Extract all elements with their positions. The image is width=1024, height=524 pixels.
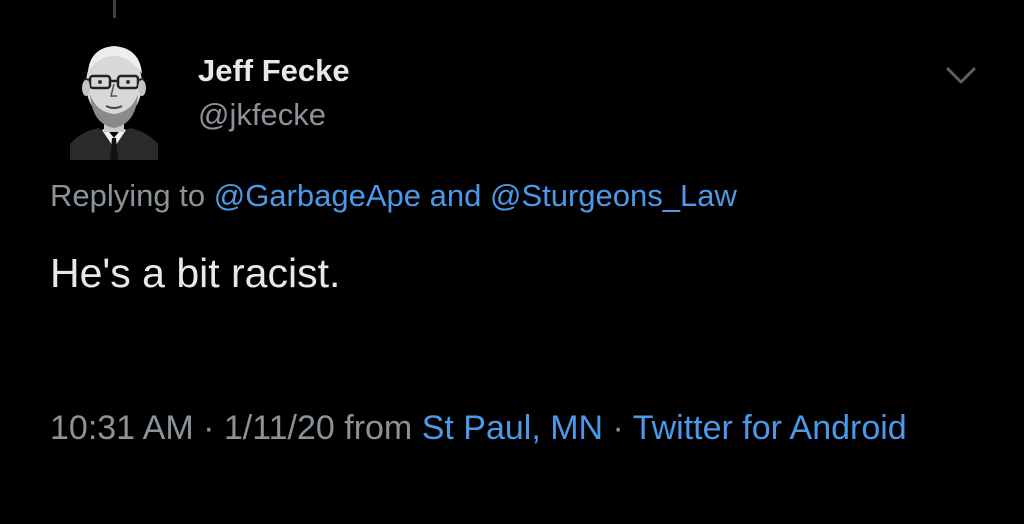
avatar[interactable]: [70, 32, 158, 160]
author-handle[interactable]: @jkfecke: [198, 97, 326, 133]
avatar-portrait-icon: [70, 46, 158, 160]
replying-to: Replying to @GarbageApe and @Sturgeons_L…: [50, 178, 737, 214]
meta-separator: ·: [603, 409, 633, 447]
tweet-meta: 10:31 AM · 1/11/20 from St Paul, MN · Tw…: [50, 405, 930, 451]
tweet-time[interactable]: 10:31 AM: [50, 409, 194, 447]
mention-link-sturgeons-law[interactable]: @Sturgeons_Law: [490, 178, 737, 213]
mention-conjunction[interactable]: and: [430, 178, 482, 213]
replying-to-label: Replying to: [50, 178, 206, 213]
meta-separator: ·: [193, 409, 224, 447]
source-link[interactable]: Twitter for Android: [633, 409, 907, 447]
mention-link-garbageape[interactable]: @GarbageApe: [214, 178, 421, 213]
tweet-date[interactable]: 1/11/20: [224, 409, 335, 447]
from-label: from: [344, 409, 413, 447]
tweet-text: He's a bit racist.: [50, 250, 341, 296]
chevron-down-icon: [946, 67, 976, 84]
tweet-menu-button[interactable]: [944, 64, 978, 88]
author-name[interactable]: Jeff Fecke: [198, 53, 350, 89]
location-link[interactable]: St Paul, MN: [422, 409, 603, 447]
thread-connector-line: [113, 0, 116, 18]
